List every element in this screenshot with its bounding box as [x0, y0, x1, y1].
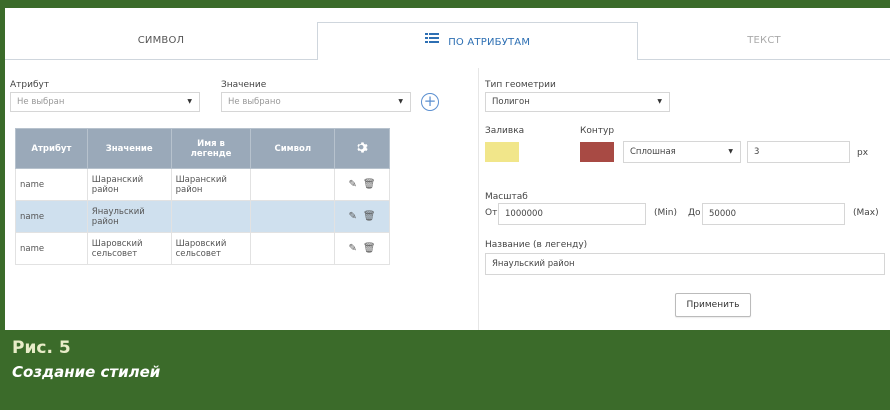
- scale-from-value: 1000000: [505, 209, 543, 219]
- list-icon: [424, 22, 439, 60]
- line-style-select[interactable]: Сплошная ▼: [623, 141, 741, 163]
- cell-value: Шаровский сельсовет: [86, 232, 172, 265]
- trash-icon[interactable]: 🗑: [363, 211, 376, 222]
- column-header-value: Значение: [86, 128, 172, 169]
- to-label: До: [688, 208, 701, 218]
- geometry-type-value: Полигон: [492, 97, 530, 107]
- attribute-select-value: Не выбран: [17, 97, 65, 107]
- unit-label: px: [857, 148, 869, 158]
- column-header-settings[interactable]: [334, 128, 390, 169]
- add-rule-button[interactable]: +: [421, 93, 439, 111]
- style-editor-panel: СИМВОЛ ПО АТРИБУТАМ ТЕКСТ Атрибут Не выб…: [5, 8, 890, 330]
- pencil-icon[interactable]: ✎: [348, 243, 356, 254]
- cell-value: Шаранский район: [86, 168, 172, 201]
- cell-legend-name: [170, 200, 252, 233]
- scale-from-input[interactable]: 1000000: [498, 203, 646, 225]
- scale-to-value: 50000: [709, 209, 737, 219]
- cell-symbol: [250, 168, 336, 201]
- min-label: (Min): [654, 208, 677, 218]
- row-actions: ✎ 🗑: [334, 232, 390, 265]
- cell-legend-name: Шаровский сельсовет: [170, 232, 252, 265]
- from-label: От: [485, 208, 498, 218]
- outline-color-swatch[interactable]: [580, 142, 614, 162]
- line-style-value: Сплошная: [630, 147, 676, 157]
- tab-symbol[interactable]: СИМВОЛ: [5, 22, 317, 60]
- table-row-selected[interactable]: name Янаульский район ✎ 🗑: [15, 200, 390, 233]
- legend-name-value: Янаульский район: [492, 259, 575, 269]
- value-select-value: Не выбрано: [228, 97, 281, 107]
- trash-icon[interactable]: 🗑: [363, 179, 376, 190]
- chevron-down-icon: ▼: [657, 98, 662, 105]
- legend-name-input[interactable]: Янаульский район: [485, 253, 885, 275]
- fill-label: Заливка: [485, 126, 525, 136]
- scale-label: Масштаб: [485, 192, 528, 202]
- geometry-type-label: Тип геометрии: [485, 80, 556, 90]
- cell-value: Янаульский район: [86, 200, 172, 233]
- column-divider: [478, 68, 479, 330]
- row-actions: ✎ 🗑: [334, 168, 390, 201]
- max-label: (Max): [853, 208, 879, 218]
- column-header-legend-name: Имя в легенде: [170, 128, 252, 169]
- cell-legend-name: Шаранский район: [170, 168, 252, 201]
- scale-to-input[interactable]: 50000: [702, 203, 845, 225]
- chevron-down-icon: ▼: [728, 148, 733, 155]
- apply-button-label: Применить: [686, 300, 740, 310]
- apply-button[interactable]: Применить: [675, 293, 751, 317]
- table-row[interactable]: name Шаранский район Шаранский район ✎ 🗑: [15, 168, 390, 201]
- plus-circle-icon: +: [423, 92, 437, 110]
- outline-label: Контур: [580, 126, 615, 136]
- column-header-symbol: Символ: [250, 128, 336, 169]
- geometry-type-select[interactable]: Полигон ▼: [485, 92, 670, 112]
- pencil-icon[interactable]: ✎: [348, 179, 356, 190]
- row-actions: ✎ 🗑: [334, 200, 390, 233]
- gear-icon: [356, 141, 369, 157]
- figure-number: Рис. 5: [12, 338, 71, 358]
- chevron-down-icon: ▼: [187, 98, 192, 105]
- figure-caption: Создание стилей: [12, 363, 161, 381]
- line-width-value: 3: [754, 147, 760, 157]
- tab-by-attributes[interactable]: ПО АТРИБУТАМ: [317, 22, 638, 60]
- rules-table: Атрибут Значение Имя в легенде Символ na…: [15, 128, 390, 265]
- attribute-select[interactable]: Не выбран ▼: [10, 92, 200, 112]
- fill-color-swatch[interactable]: [485, 142, 519, 162]
- tab-by-attributes-label: ПО АТРИБУТАМ: [448, 37, 531, 48]
- tab-bar: СИМВОЛ ПО АТРИБУТАМ ТЕКСТ: [5, 22, 890, 60]
- trash-icon[interactable]: 🗑: [363, 243, 376, 254]
- value-select[interactable]: Не выбрано ▼: [221, 92, 411, 112]
- cell-symbol: [250, 232, 336, 265]
- cell-attribute: name: [15, 232, 88, 265]
- legend-name-label: Название (в легенду): [485, 240, 588, 250]
- value-label: Значение: [221, 80, 267, 90]
- cell-symbol: [250, 200, 336, 233]
- chevron-down-icon: ▼: [398, 98, 403, 105]
- column-header-attribute: Атрибут: [15, 128, 88, 169]
- pencil-icon[interactable]: ✎: [348, 211, 356, 222]
- tab-text[interactable]: ТЕКСТ: [638, 22, 890, 60]
- tab-text-label: ТЕКСТ: [747, 35, 781, 46]
- attribute-label: Атрибут: [10, 80, 50, 90]
- figure-frame: СИМВОЛ ПО АТРИБУТАМ ТЕКСТ Атрибут Не выб…: [0, 0, 890, 410]
- cell-attribute: name: [15, 168, 88, 201]
- cell-attribute: name: [15, 200, 88, 233]
- line-width-input[interactable]: 3: [747, 141, 850, 163]
- table-row[interactable]: name Шаровский сельсовет Шаровский сельс…: [15, 232, 390, 265]
- table-header-row: Атрибут Значение Имя в легенде Символ: [15, 128, 390, 169]
- tab-symbol-label: СИМВОЛ: [137, 35, 185, 46]
